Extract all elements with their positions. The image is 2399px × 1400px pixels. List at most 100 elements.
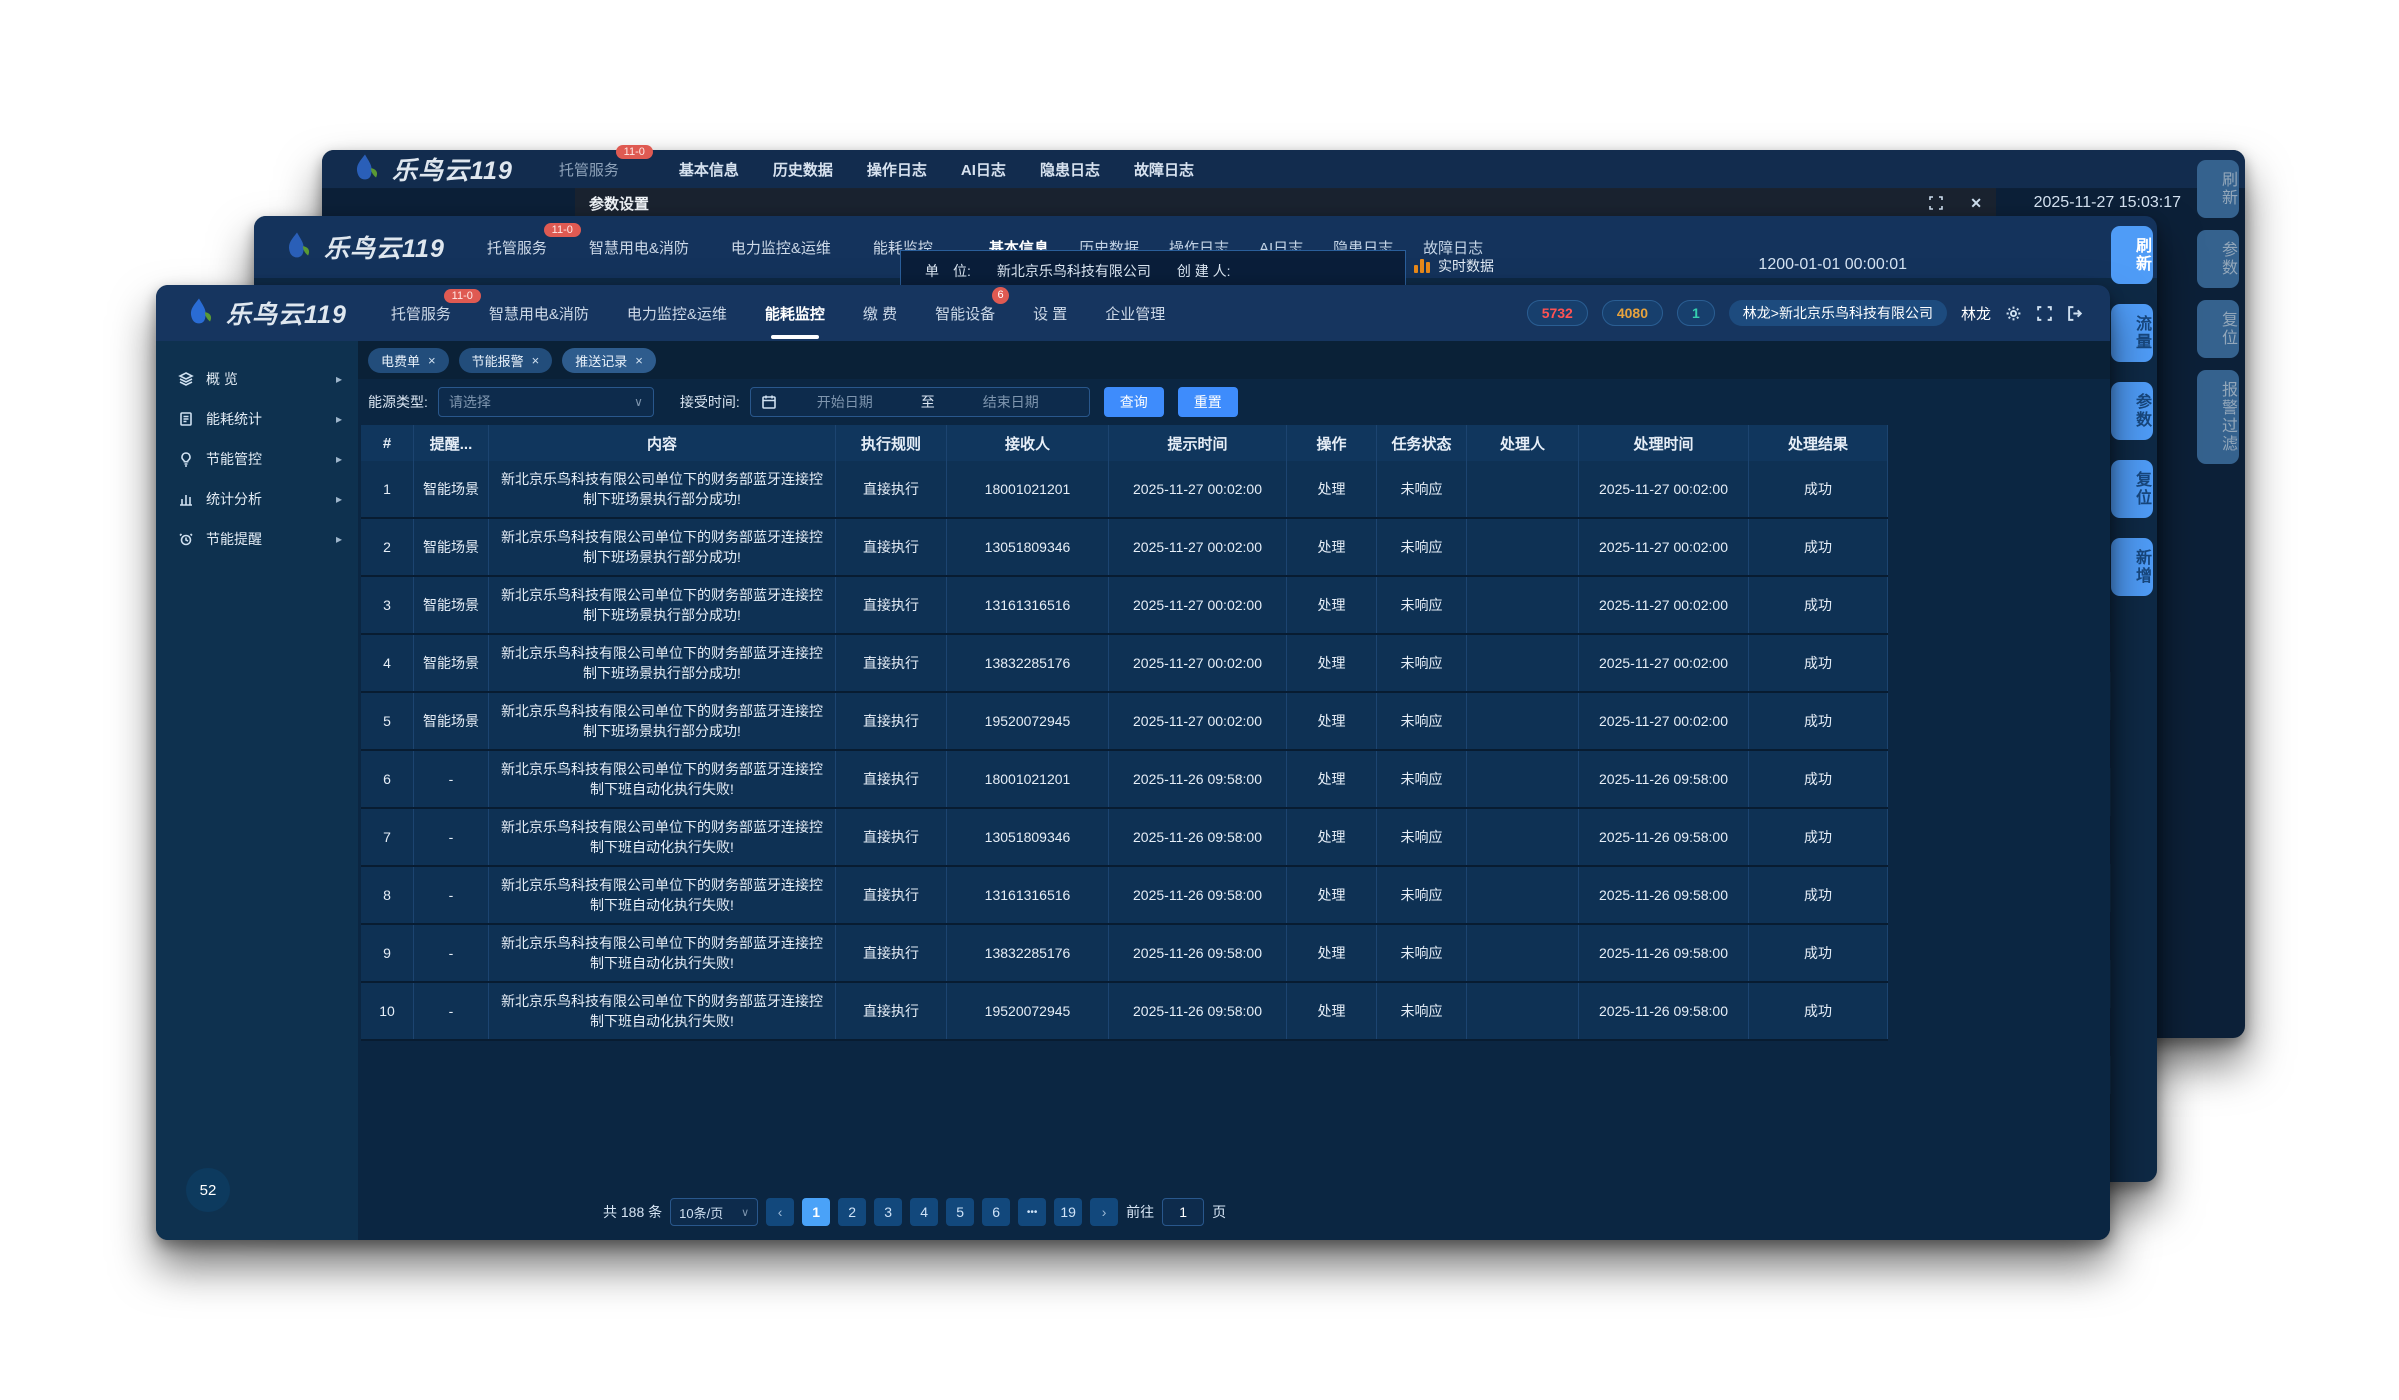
middle-brand: 乐鸟云119	[254, 229, 445, 265]
nav-enterprise[interactable]: 企业管理	[1105, 285, 1165, 341]
flow-button[interactable]: 流量	[2111, 304, 2153, 362]
close-icon[interactable]: ×	[532, 353, 540, 368]
alarm-total-pill[interactable]: 5732	[1527, 300, 1588, 326]
device-count-badge: 6	[992, 287, 1009, 304]
middle-nav-hosting[interactable]: 托管服务 11-0	[487, 237, 547, 258]
back-tabs: 基本信息 历史数据 操作日志 AI日志 隐患日志 故障日志	[679, 159, 1194, 180]
info-total-pill[interactable]: 1	[1677, 300, 1715, 326]
more-pages-button[interactable]: •••	[1018, 1198, 1046, 1226]
page-button-19[interactable]: 19	[1054, 1198, 1082, 1226]
refresh-button[interactable]: 刷新	[2197, 160, 2239, 218]
page-button-2[interactable]: 2	[838, 1198, 866, 1226]
prev-page-button[interactable]: ‹	[766, 1198, 794, 1226]
table-row: 6-新北京乐鸟科技有限公司单位下的财务部蓝牙连接控制下班自动化执行失败!直接执行…	[361, 751, 1888, 809]
page-button-3[interactable]: 3	[874, 1198, 902, 1226]
unit-label: 单 位:	[925, 261, 971, 281]
params-button[interactable]: 参数	[2111, 382, 2153, 440]
alarm-filter-button[interactable]: 报警过滤	[2197, 370, 2239, 464]
sidebar-item-energy-stats[interactable]: 能耗统计▸	[156, 399, 358, 439]
logout-icon[interactable]	[2067, 305, 2084, 322]
sidebar-item-stat-analysis[interactable]: 统计分析▸	[156, 479, 358, 519]
handle-link[interactable]: 处理	[1287, 635, 1377, 691]
page-button-6[interactable]: 6	[982, 1198, 1010, 1226]
middle-nav-electric-fire[interactable]: 智慧用电&消防	[589, 237, 689, 258]
handle-link[interactable]: 处理	[1287, 751, 1377, 807]
handle-link[interactable]: 处理	[1287, 983, 1377, 1039]
realtime-label: 实时数据	[1438, 256, 1494, 276]
alarm-count-badge: 11-0	[616, 145, 653, 159]
nav-smart-devices[interactable]: 智能设备 6	[935, 285, 995, 341]
back-tab-ailog[interactable]: AI日志	[961, 159, 1006, 180]
query-button[interactable]: 查询	[1104, 387, 1164, 417]
goto-page-input[interactable]: 1	[1162, 1198, 1204, 1226]
table-row: 4智能场景新北京乐鸟科技有限公司单位下的财务部蓝牙连接控制下班场景执行部分成功!…	[361, 635, 1888, 693]
reset-button[interactable]: 复位	[2197, 300, 2239, 358]
chevron-right-icon: ▸	[336, 412, 342, 426]
page-button-5[interactable]: 5	[946, 1198, 974, 1226]
page-size-select[interactable]: 10条/页 ∨	[670, 1198, 758, 1226]
reset-button[interactable]: 重置	[1178, 387, 1238, 417]
calendar-icon	[761, 394, 777, 410]
back-tab-history[interactable]: 历史数据	[773, 159, 833, 180]
nav-smart-electric-fire[interactable]: 智慧用电&消防	[489, 285, 589, 341]
middle-tab-faultlog[interactable]: 故障日志	[1423, 237, 1483, 258]
reset-button[interactable]: 复位	[2111, 460, 2153, 518]
tab-energy-alarm[interactable]: 节能报警×	[459, 348, 553, 373]
back-nav-item-hosting[interactable]: 托管服务 11-0	[559, 159, 619, 180]
handle-link[interactable]: 处理	[1287, 925, 1377, 981]
nav-power-monitor-ops[interactable]: 电力监控&运维	[627, 285, 727, 341]
back-tab-faultlog[interactable]: 故障日志	[1134, 159, 1194, 180]
date-range-picker[interactable]: 开始日期 至 结束日期	[750, 387, 1090, 417]
front-topbar: 乐鸟云119 托管服务 11-0 智慧用电&消防 电力监控&运维 能耗监控 缴 …	[156, 285, 2110, 341]
close-icon[interactable]: ✕	[1970, 195, 1982, 212]
nav-hosting-service[interactable]: 托管服务 11-0	[391, 285, 451, 341]
handle-link[interactable]: 处理	[1287, 809, 1377, 865]
chevron-down-icon: ∨	[634, 395, 643, 409]
sidebar-item-overview[interactable]: 概 览▸	[156, 359, 358, 399]
bar-chart-icon	[178, 491, 194, 507]
param-settings-modal-header: 参数设置 ✕	[575, 188, 1996, 218]
fullscreen-icon[interactable]	[2036, 305, 2053, 322]
chevron-right-icon: ▸	[336, 372, 342, 386]
back-timestamp: 2025-11-27 15:03:17	[2034, 194, 2181, 212]
fullscreen-icon[interactable]	[1928, 195, 1944, 211]
counter-bubble[interactable]: 52	[186, 1168, 230, 1212]
company-selector[interactable]: 林龙>新北京乐鸟科技有限公司	[1729, 300, 1947, 326]
handle-link[interactable]: 处理	[1287, 461, 1377, 517]
sidebar-item-energy-reminder[interactable]: 节能提醒▸	[156, 519, 358, 559]
goto-label: 前往	[1126, 1202, 1154, 1222]
next-page-button[interactable]: ›	[1090, 1198, 1118, 1226]
gear-icon[interactable]	[2005, 305, 2022, 322]
back-tab-basic[interactable]: 基本信息	[679, 159, 739, 180]
open-tabs-row: 电费单× 节能报警× 推送记录×	[358, 341, 2110, 379]
table-row: 8-新北京乐鸟科技有限公司单位下的财务部蓝牙连接控制下班自动化执行失败!直接执行…	[361, 867, 1888, 925]
chevron-right-icon: ▸	[336, 532, 342, 546]
unit-value: 新北京乐鸟科技有限公司	[997, 261, 1151, 281]
refresh-button[interactable]: 刷新	[2111, 226, 2153, 284]
tab-push-records[interactable]: 推送记录×	[562, 348, 656, 373]
handle-link[interactable]: 处理	[1287, 519, 1377, 575]
page-button-4[interactable]: 4	[910, 1198, 938, 1226]
energy-type-select[interactable]: 请选择 ∨	[438, 387, 654, 417]
bar-chart-icon	[1414, 259, 1430, 273]
add-button[interactable]: 新增	[2111, 538, 2153, 596]
nav-payment[interactable]: 缴 费	[863, 285, 897, 341]
close-icon[interactable]: ×	[428, 353, 436, 368]
page-button-1[interactable]: 1	[802, 1198, 830, 1226]
back-tab-oplog[interactable]: 操作日志	[867, 159, 927, 180]
params-button[interactable]: 参数	[2197, 230, 2239, 288]
close-icon[interactable]: ×	[635, 353, 643, 368]
username: 林龙	[1961, 303, 1991, 324]
nav-settings[interactable]: 设 置	[1033, 285, 1067, 341]
middle-nav-power-monitor[interactable]: 电力监控&运维	[731, 237, 831, 258]
sidebar-item-energy-control[interactable]: 节能管控▸	[156, 439, 358, 479]
handle-link[interactable]: 处理	[1287, 577, 1377, 633]
warning-total-pill[interactable]: 4080	[1602, 300, 1663, 326]
handle-link[interactable]: 处理	[1287, 693, 1377, 749]
nav-energy-monitor[interactable]: 能耗监控	[765, 285, 825, 341]
handle-link[interactable]: 处理	[1287, 867, 1377, 923]
alarm-count-badge: 11-0	[444, 289, 481, 303]
tab-electric-bill[interactable]: 电费单×	[368, 348, 449, 373]
back-tab-hazardlog[interactable]: 隐患日志	[1040, 159, 1100, 180]
table-header: #提醒...内容执行规则接收人提示时间操作任务状态处理人处理时间处理结果	[361, 425, 1888, 461]
